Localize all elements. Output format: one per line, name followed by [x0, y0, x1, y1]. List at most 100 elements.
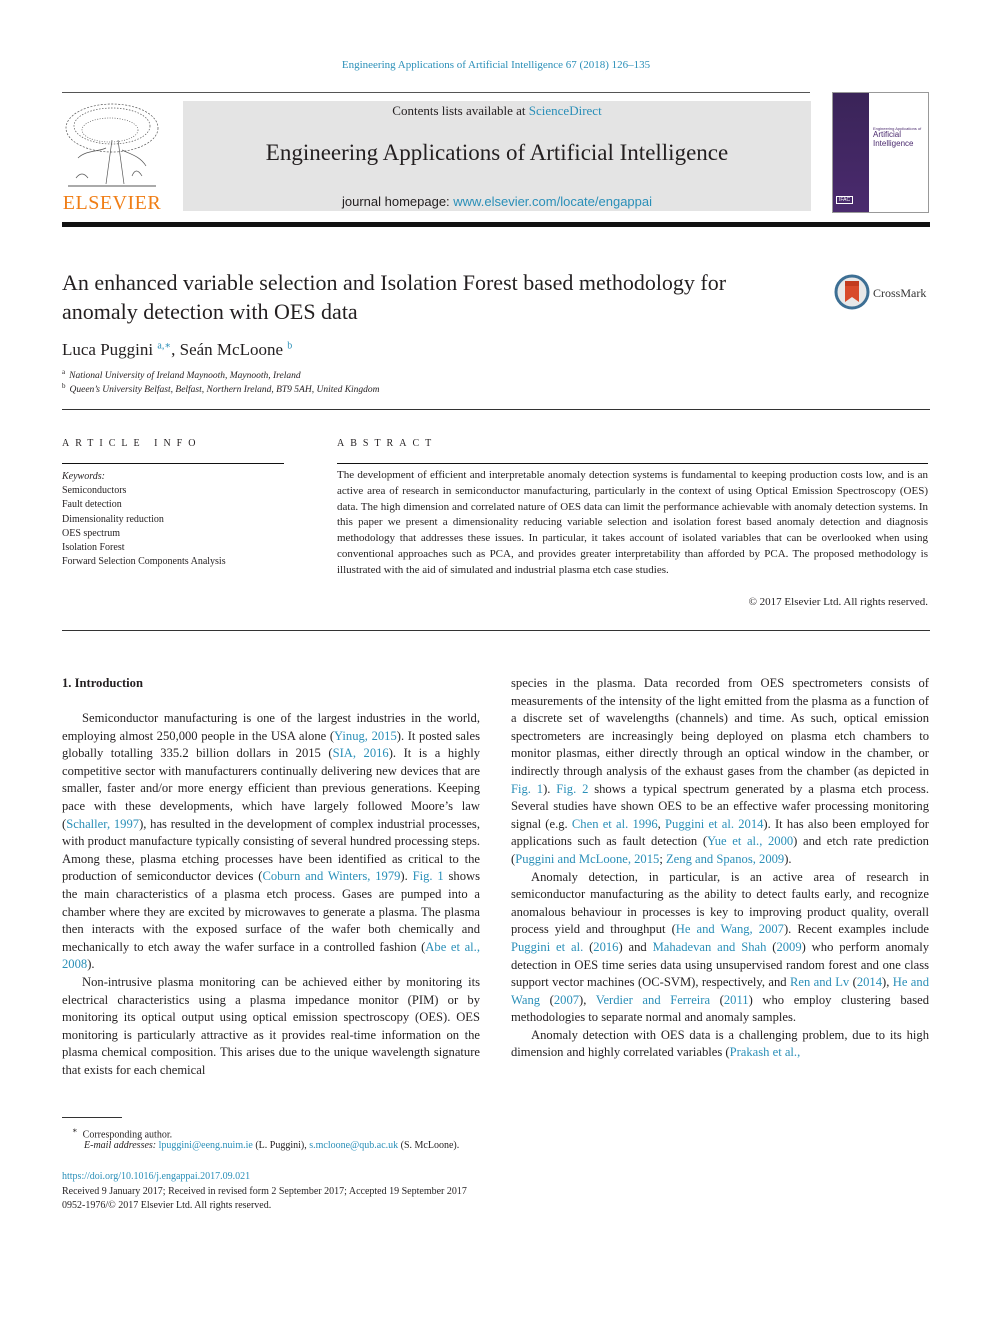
citation-link[interactable]: Coburn and Winters, 1979 — [262, 869, 400, 883]
abstract-heading: ABSTRACT — [337, 438, 438, 449]
cover-title: Engineering Applications of Artificial I… — [873, 126, 921, 148]
keywords-label: Keywords: — [62, 471, 105, 482]
body-text: ) and — [618, 939, 653, 954]
author-name[interactable]: Seán McLoone — [180, 340, 283, 359]
affiliation-text: National University of Ireland Maynooth,… — [69, 371, 301, 382]
citation-link[interactable]: 2009 — [776, 940, 801, 954]
citation-link[interactable]: Chen et al. 1996 — [572, 817, 658, 831]
body-text: ), — [579, 992, 596, 1007]
citation-link[interactable]: Puggini and McLoone, 2015 — [515, 852, 659, 866]
issn-copyright: 0952-1976/© 2017 Elsevier Ltd. All right… — [62, 1200, 272, 1211]
citation-link[interactable]: Schaller, 1997 — [66, 817, 139, 831]
citation-link[interactable]: Puggini et al. 2014 — [665, 817, 763, 831]
section-heading: 1. Introduction — [62, 676, 143, 690]
citation-link[interactable]: SIA, 2016 — [333, 746, 389, 760]
body-text: ). Recent examples include — [783, 922, 929, 937]
keyword: Semiconductors — [62, 485, 127, 497]
body-paragraph: species in the plasma. Data recorded fro… — [511, 675, 929, 869]
citation-link[interactable]: 2014 — [857, 975, 882, 989]
citation-link[interactable]: 2007 — [554, 993, 579, 1007]
citation-link[interactable]: Verdier and Ferreira — [596, 993, 710, 1007]
body-text: ( — [766, 939, 777, 954]
cover-ifac-badge: IFAC — [836, 196, 854, 204]
author-affiliation-mark[interactable]: b — [287, 340, 292, 351]
section-divider — [62, 409, 930, 410]
body-paragraph: Non-intrusive plasma monitoring can be a… — [62, 974, 480, 1080]
footnote-star: ∗ — [72, 1126, 78, 1135]
keyword: Forward Selection Components Analysis — [62, 556, 226, 568]
citation-link[interactable]: Fig. 1 — [511, 782, 543, 796]
author-list: Luca Puggini a,∗, Seán McLoone b — [62, 340, 293, 359]
keyword: OES spectrum — [62, 527, 121, 539]
citation-link[interactable]: Fig. 2 — [556, 782, 588, 796]
keyword: Dimensionality reduction — [62, 513, 164, 525]
citation-link[interactable]: Yue et al., 2000 — [707, 834, 793, 848]
body-text: ( — [540, 992, 554, 1007]
body-text: ). — [400, 869, 413, 884]
keywords-block: Keywords: Semiconductors Fault detection… — [62, 470, 226, 569]
body-text: ), — [882, 975, 893, 990]
abstract-text: The development of efficient and interpr… — [337, 469, 928, 576]
title-line1: An enhanced variable selection and Isola… — [62, 270, 727, 295]
sciencedirect-link[interactable]: ScienceDirect — [529, 103, 602, 118]
keyword: Fault detection — [62, 499, 122, 511]
journal-title: Engineering Applications of Artificial I… — [265, 140, 729, 165]
corresponding-label: Corresponding author. — [82, 1129, 173, 1141]
homepage-prefix: journal homepage: — [341, 194, 454, 209]
citation-link[interactable]: Mahadevan and Shah — [653, 940, 767, 954]
keyword: Isolation Forest — [62, 542, 125, 554]
doi-link[interactable]: https://doi.org/10.1016/j.engappai.2017.… — [62, 1171, 250, 1182]
email-note: E-mail addresses: lpuggini@eeng.nuim.ie … — [84, 1140, 459, 1151]
abstract-copyright: © 2017 Elsevier Ltd. All rights reserved… — [748, 596, 928, 608]
email-link[interactable]: s.mcloone@qub.ac.uk — [309, 1140, 398, 1151]
cover-band — [833, 93, 869, 212]
author-name[interactable]: Luca Puggini — [62, 340, 153, 359]
body-text: Anomaly detection with OES data is a cha… — [511, 1027, 929, 1060]
journal-cover-thumbnail[interactable]: Engineering Applications of Artificial I… — [832, 92, 929, 213]
affiliation: b Queen’s University Belfast, Belfast, No… — [62, 382, 380, 395]
email-owner: (L. Puggini), — [252, 1140, 310, 1151]
abstract-rule — [337, 463, 928, 464]
elsevier-wordmark: ELSEVIER — [62, 192, 162, 214]
affiliation-text: Queen’s University Belfast, Belfast, Nor… — [69, 385, 380, 396]
title-line2: anomaly detection with OES data — [62, 299, 358, 324]
crossmark-icon — [834, 274, 870, 310]
email-owner: (S. McLoone). — [398, 1140, 460, 1151]
crossmark-button[interactable]: CrossMark — [834, 274, 934, 310]
body-paragraph: Anomaly detection, in particular, is an … — [511, 869, 929, 1027]
homepage-link[interactable]: www.elsevier.com/locate/engappai — [453, 194, 652, 209]
article-title: An enhanced variable selection and Isola… — [62, 268, 822, 326]
citation-link[interactable]: Prakash et al., — [730, 1045, 801, 1059]
body-text: ). — [543, 781, 557, 796]
running-head[interactable]: Engineering Applications of Artificial I… — [0, 59, 992, 71]
affiliation-mark: b — [62, 382, 66, 390]
contents-prefix: Contents lists available at — [392, 103, 529, 118]
body-text: , — [657, 816, 666, 831]
citation-link[interactable]: 2011 — [724, 993, 749, 1007]
body-column-right: species in the plasma. Data recorded fro… — [511, 675, 929, 1062]
body-text: ; — [659, 851, 666, 866]
body-text: ). — [87, 957, 95, 972]
body-text: ( — [710, 992, 724, 1007]
citation-link[interactable]: Fig. 1 — [413, 869, 444, 883]
affiliation-mark: a — [62, 368, 66, 376]
citation-link[interactable]: Ren and Lv — [790, 975, 849, 989]
body-paragraph: Anomaly detection with OES data is a cha… — [511, 1027, 929, 1062]
journal-homepage: journal homepage: www.elsevier.com/locat… — [183, 194, 811, 209]
email-link[interactable]: lpuggini@eeng.nuim.ie — [159, 1140, 253, 1151]
section-divider — [62, 630, 930, 631]
article-info-heading: ARTICLE INFO — [62, 438, 202, 449]
citation-link[interactable]: He and Wang, 2007 — [676, 922, 784, 936]
citation-link[interactable]: 2016 — [593, 940, 618, 954]
citation-link[interactable]: Yinug, 2015 — [334, 729, 397, 743]
citation-link[interactable]: Zeng and Spanos, 2009 — [666, 852, 784, 866]
body-text: Non-intrusive plasma monitoring can be a… — [62, 974, 480, 1077]
article-info-rule — [62, 463, 284, 464]
tree-icon — [65, 103, 159, 187]
author-affiliation-mark[interactable]: a,∗ — [157, 340, 171, 351]
citation-link[interactable]: Puggini et al. — [511, 940, 583, 954]
crossmark-label: CrossMark — [873, 286, 927, 300]
corresponding-author-note: ∗ Corresponding author. — [72, 1125, 172, 1140]
body-text: ). — [784, 851, 792, 866]
received-dates: Received 9 January 2017; Received in rev… — [62, 1186, 467, 1197]
